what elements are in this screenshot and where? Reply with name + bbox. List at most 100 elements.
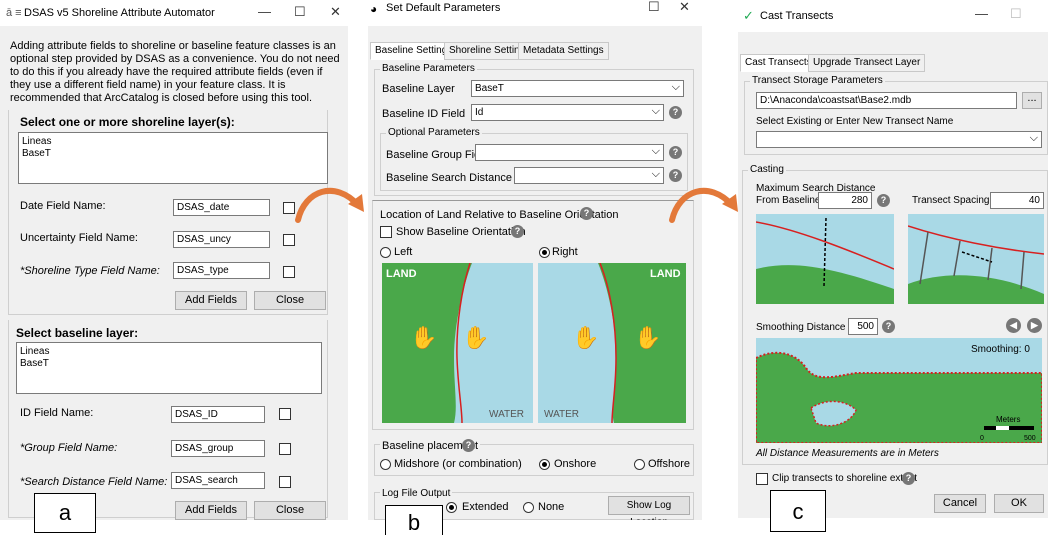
midshore-radio[interactable]: [380, 459, 391, 470]
window-title: Set Default Parameters: [386, 2, 501, 14]
transect-name-select[interactable]: ⌵: [756, 131, 1042, 148]
offshore-label: Offshore: [648, 458, 690, 470]
tab-metadata-settings[interactable]: Metadata Settings: [518, 42, 609, 60]
extended-radio[interactable]: [446, 502, 457, 513]
maximize-icon[interactable]: ☐: [648, 0, 660, 14]
close-icon[interactable]: ✕: [330, 5, 341, 19]
right-label: Right: [552, 246, 578, 258]
close-button-2[interactable]: Close: [254, 501, 326, 520]
minimize-icon[interactable]: —: [258, 5, 271, 19]
show-log-button[interactable]: Show Log Location: [608, 496, 690, 520]
title-bar: ā ≡ DSAS v5 Shoreline Attribute Automato…: [0, 0, 348, 26]
left-radio[interactable]: [380, 247, 391, 258]
search-field-checkbox[interactable]: [279, 476, 291, 488]
window-attribute-automator: ā ≡ DSAS v5 Shoreline Attribute Automato…: [0, 0, 348, 520]
selected-value: Id: [475, 107, 484, 118]
panel-label-a: a: [34, 493, 96, 533]
scale-label-500: 500: [1024, 435, 1036, 442]
intro-text: Adding attribute fields to shoreline or …: [10, 40, 340, 104]
baseline-layer-select[interactable]: BaseT ⌵: [471, 80, 684, 97]
right-radio[interactable]: [539, 247, 550, 258]
help-icon[interactable]: ?: [669, 146, 682, 159]
id-field-input[interactable]: DSAS_ID: [171, 406, 265, 423]
help-icon[interactable]: ?: [882, 320, 895, 333]
close-icon[interactable]: ✕: [679, 0, 690, 14]
title-bar: ◕ Set Default Parameters ☐ ✕: [368, 0, 702, 26]
smoothing-value-label: Smoothing: 0: [971, 344, 1030, 355]
none-radio[interactable]: [523, 502, 534, 513]
smoothing-input[interactable]: 500: [848, 318, 878, 335]
uncertainty-field-input[interactable]: DSAS_uncy: [173, 231, 270, 248]
uncertainty-field-checkbox[interactable]: [283, 234, 295, 246]
help-icon[interactable]: ?: [877, 194, 890, 207]
from-baseline-label: From Baseline: [756, 195, 821, 206]
list-item[interactable]: Lineas: [20, 346, 318, 358]
help-icon[interactable]: ?: [580, 207, 593, 220]
list-item[interactable]: Lineas: [22, 136, 324, 148]
hand-icon: ✋: [572, 325, 599, 350]
list-item[interactable]: BaseT: [22, 148, 324, 160]
water-label: WATER: [489, 409, 524, 420]
window-title: Cast Transects: [760, 10, 834, 22]
smoothing-label: Smoothing Distance: [756, 322, 846, 333]
group-field-input[interactable]: DSAS_group: [171, 440, 265, 457]
shoreline-type-input[interactable]: DSAS_type: [173, 262, 270, 279]
select-transect-label: Select Existing or Enter New Transect Na…: [756, 116, 954, 127]
tab-cast-transects[interactable]: Cast Transects: [740, 54, 817, 72]
chevron-down-icon: ⌵: [671, 81, 680, 93]
maximize-icon[interactable]: ☐: [1010, 7, 1022, 21]
ok-button[interactable]: OK: [994, 494, 1044, 513]
arrow-right-icon[interactable]: ▶: [1027, 318, 1042, 333]
land-label: LAND: [386, 268, 417, 280]
add-fields-button-2[interactable]: Add Fields: [175, 501, 247, 520]
search-distance-image: [756, 214, 894, 304]
window-cast-transects: ✓ Cast Transects — ☐ Cast Transects Upgr…: [738, 0, 1048, 518]
help-icon[interactable]: ?: [902, 472, 915, 485]
minimize-icon[interactable]: —: [975, 7, 988, 21]
search-field-select[interactable]: ⌵: [514, 167, 664, 184]
group-field-select[interactable]: ⌵: [475, 144, 664, 161]
maximize-icon[interactable]: ☐: [294, 5, 306, 19]
clip-checkbox[interactable]: [756, 473, 768, 485]
onshore-radio[interactable]: [539, 459, 550, 470]
app-icon: ā ≡: [6, 7, 22, 19]
extended-label: Extended: [462, 501, 509, 513]
none-label: None: [538, 501, 565, 513]
transect-spacing-input[interactable]: 40: [990, 192, 1044, 209]
search-field-input[interactable]: DSAS_search: [171, 472, 265, 489]
tab-upgrade-transect-layer[interactable]: Upgrade Transect Layer: [808, 54, 926, 72]
baseline-heading: Select baseline layer:: [16, 326, 139, 340]
midshore-label: Midshore (or combination): [394, 458, 522, 470]
shoreline-type-label: *Shoreline Type Field Name:: [20, 265, 160, 277]
show-orientation-checkbox[interactable]: [380, 226, 392, 238]
hand-icon: ✋: [634, 325, 661, 350]
date-field-input[interactable]: DSAS_date: [173, 199, 270, 216]
cancel-button[interactable]: Cancel: [934, 494, 986, 513]
curved-arrow-b-to-c: [669, 187, 738, 223]
search-field-label: *Search Distance Field Name:: [20, 476, 168, 488]
baseline-id-select[interactable]: Id ⌵: [471, 104, 664, 121]
browse-button[interactable]: ...: [1022, 92, 1042, 109]
list-item[interactable]: BaseT: [20, 358, 318, 370]
meters-label: Meters: [996, 415, 1020, 424]
uncertainty-field-label: Uncertainty Field Name:: [20, 232, 138, 244]
shoreline-layer-list[interactable]: Lineas BaseT: [18, 132, 328, 184]
hand-icon: ✋: [462, 325, 489, 350]
id-field-checkbox[interactable]: [279, 408, 291, 420]
all-distance-note: All Distance Measurements are in Meters: [756, 448, 939, 459]
group-field-checkbox[interactable]: [279, 443, 291, 455]
clip-label: Clip transects to shoreline extent: [772, 473, 918, 484]
help-icon[interactable]: ?: [462, 439, 475, 452]
baseline-layer-list[interactable]: Lineas BaseT: [16, 342, 322, 394]
help-icon[interactable]: ?: [511, 225, 524, 238]
add-fields-button[interactable]: Add Fields: [175, 291, 247, 310]
close-button[interactable]: Close: [254, 291, 326, 310]
land-label: LAND: [650, 268, 681, 280]
offshore-radio[interactable]: [634, 459, 645, 470]
help-icon[interactable]: ?: [669, 106, 682, 119]
max-search-input[interactable]: 280: [818, 192, 872, 209]
path-input[interactable]: D:\Anaconda\coastsat\Base2.mdb: [756, 92, 1017, 109]
shoreline-type-checkbox[interactable]: [283, 266, 295, 278]
id-field-label: ID Field Name:: [20, 407, 94, 419]
arrow-left-icon[interactable]: ◀: [1006, 318, 1021, 333]
